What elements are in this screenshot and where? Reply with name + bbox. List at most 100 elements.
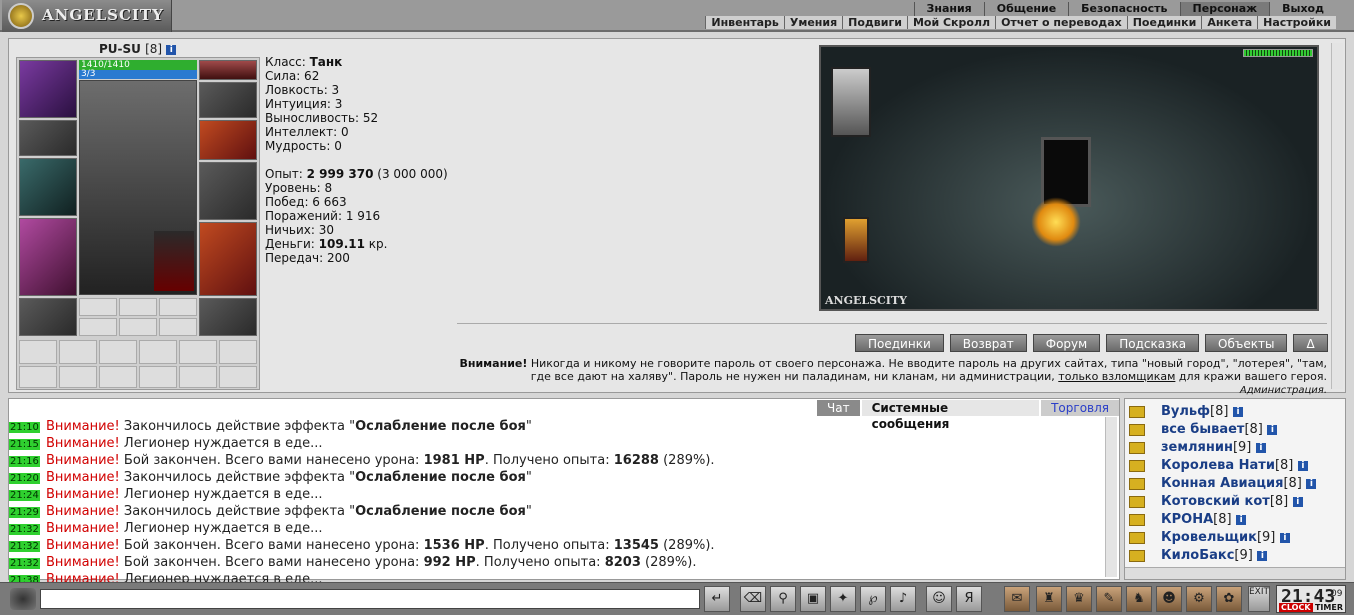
info-icon[interactable]: i [1257,550,1268,561]
rune-slot[interactable] [159,298,197,316]
info-icon[interactable]: i [1292,496,1303,507]
rune-slot[interactable] [119,298,157,316]
rune-slot[interactable] [79,298,117,316]
quick-slot[interactable] [19,366,57,388]
quick-slot[interactable] [59,340,97,364]
info-icon[interactable]: i [1279,532,1290,543]
main-scrollbar[interactable] [1331,43,1343,389]
quill-icon[interactable]: ✎ [1096,586,1122,612]
online-player[interactable]: Королева Нати[8] i [1125,457,1345,475]
quick-slot[interactable] [139,366,177,388]
nav-security[interactable]: Безопасность [1068,2,1179,16]
smiley-icon[interactable]: ☺ [926,586,952,612]
subnav-inventory[interactable]: Инвентарь [705,16,783,29]
rune-slot[interactable] [159,318,197,336]
online-player[interactable]: КилоБакс[9] i [1125,547,1345,565]
chat-input[interactable] [40,589,700,609]
objects-button[interactable]: Объекты [1205,334,1288,352]
online-player[interactable]: все бывает[8] i [1125,421,1345,439]
info-icon[interactable]: i [1297,460,1308,471]
scroll-icon[interactable]: ✉ [1004,586,1030,612]
info-icon[interactable]: i [1306,478,1317,489]
quick-slot[interactable] [99,340,137,364]
tab-trade[interactable]: Торговля [1041,400,1119,416]
duels-button[interactable]: Поединки [855,334,944,352]
quick-slot[interactable] [139,340,177,364]
chat-text: Закончилось действие эффекта " [123,419,356,434]
doorway[interactable] [1041,137,1091,207]
necklace-slot[interactable] [199,60,257,80]
timer-label[interactable]: TIMER [1315,603,1343,612]
return-button[interactable]: Возврат [949,334,1027,352]
info-icon[interactable]: i [1255,442,1266,453]
shield-slot[interactable] [199,162,257,220]
subnav-achievements[interactable]: Подвиги [842,16,907,29]
eraser-icon[interactable]: ⌫ [740,586,766,612]
quick-slot[interactable] [59,366,97,388]
exit-icon[interactable]: EXIT [1248,586,1270,612]
weapon-slot[interactable] [19,158,77,216]
online-list-scrollbar[interactable] [1125,567,1345,579]
online-player[interactable]: Кровельщик[9] i [1125,529,1345,547]
helmet-slot[interactable] [19,60,77,118]
subnav-settings[interactable]: Настройки [1257,16,1336,29]
chat-scrollbar[interactable] [1105,417,1117,577]
tab-chat[interactable]: Чат [817,400,860,416]
gloves-slot[interactable] [199,120,257,160]
private-icon[interactable]: ℘ [860,586,886,612]
nav-communication[interactable]: Общение [983,2,1068,16]
mask-icon[interactable]: ☻ [1156,586,1182,612]
sound-icon[interactable]: ♪ [890,586,916,612]
online-player[interactable]: КРОНА[8] i [1125,511,1345,529]
chat-mode-icon[interactable] [10,588,36,610]
pet-slot[interactable] [154,231,194,291]
info-icon[interactable]: i [1267,424,1278,435]
rings-slot[interactable] [199,82,257,118]
gear-icon[interactable]: ⚙ [1186,586,1212,612]
online-player[interactable]: Котовский кот[8] i [1125,493,1345,511]
quick-slot[interactable] [99,366,137,388]
rune-slot[interactable] [119,318,157,336]
quick-slot[interactable] [19,340,57,364]
subnav-transfer-report[interactable]: Отчет о переводах [995,16,1127,29]
subnav-profile[interactable]: Анкета [1201,16,1257,29]
bracer-slot[interactable] [19,120,77,156]
online-player[interactable]: землянин[9] i [1125,439,1345,457]
nav-knowledge[interactable]: Знания [913,2,984,16]
nav-character[interactable]: Персонаж [1179,2,1270,16]
tab-system-messages[interactable]: Системные сообщения [861,400,1040,431]
nav-exit[interactable]: Выход [1269,2,1336,16]
fighter-icon[interactable]: ✦ [830,586,856,612]
clock-label[interactable]: CLOCK [1279,603,1313,612]
helmet-icon[interactable]: ♞ [1126,586,1152,612]
online-player[interactable]: Вульф[8] i [1125,403,1345,421]
logo[interactable]: ANGELSCITY [2,0,172,32]
bag-icon[interactable]: ♜ [1036,586,1062,612]
belt-slot[interactable] [19,298,77,336]
leggings-slot[interactable] [199,222,257,296]
hint-button[interactable]: Подсказка [1106,334,1200,352]
info-icon[interactable]: i [166,44,177,55]
info-icon[interactable]: i [1236,514,1247,525]
paw-icon[interactable]: ✿ [1216,586,1242,612]
cloak-slot[interactable] [19,218,77,296]
forum-button[interactable]: Форум [1032,334,1101,352]
quick-slot[interactable] [179,366,217,388]
delta-button[interactable]: Δ [1293,334,1328,352]
filter-icon[interactable]: ⚲ [770,586,796,612]
boots-slot[interactable] [199,298,257,336]
send-icon[interactable]: ↵ [704,586,730,612]
subnav-skills[interactable]: Умения [783,16,842,29]
quick-slot[interactable] [219,366,257,388]
quick-slot[interactable] [219,340,257,364]
quick-slot[interactable] [179,340,217,364]
chest-icon[interactable]: ♛ [1066,586,1092,612]
warning-link[interactable]: только взломщикам [1058,370,1175,383]
save-icon[interactable]: ▣ [800,586,826,612]
rune-slot[interactable] [79,318,117,336]
subnav-duels[interactable]: Поединки [1126,16,1202,29]
translit-icon[interactable]: Я [956,586,982,612]
subnav-my-scroll[interactable]: Мой Скролл [906,16,995,29]
online-player[interactable]: Конная Авиация[8] i [1125,475,1345,493]
info-icon[interactable]: i [1232,406,1243,417]
